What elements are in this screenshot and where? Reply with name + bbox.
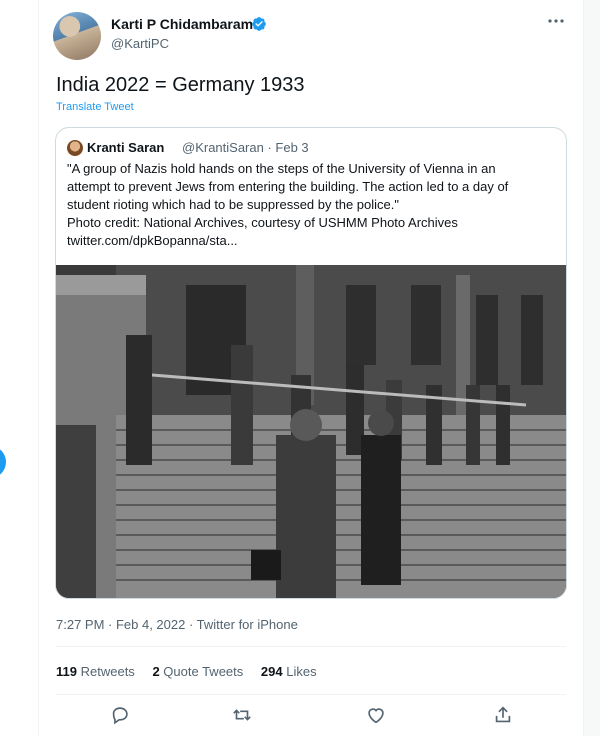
quoted-text-line: "A group of Nazis hold hands on the step… [67, 161, 496, 176]
quoted-text-line: attempt to prevent Jews from entering th… [67, 179, 509, 194]
quoted-avatar [67, 140, 83, 156]
more-options-icon[interactable] [546, 14, 566, 28]
retweet-icon[interactable] [231, 704, 253, 726]
verified-badge-icon [252, 17, 266, 31]
likes-stat[interactable]: 294 Likes [261, 664, 317, 679]
author-display-name[interactable]: Karti P Chidambaram [111, 16, 253, 32]
retweets-count: 119 [56, 664, 77, 679]
tweet-timestamp[interactable]: 7:27 PM · Feb 4, 2022 · Twitter for iPho… [56, 617, 298, 632]
tweet-text: India 2022 = Germany 1933 [56, 74, 305, 96]
quoted-text-line: Photo credit: National Archives, courtes… [67, 215, 458, 230]
divider [56, 694, 566, 695]
avatar[interactable] [53, 12, 101, 60]
quoted-display-name: Kranti Saran [87, 140, 165, 155]
quoted-text-line: student rioting which had to be suppress… [67, 197, 399, 212]
translate-tweet-link[interactable]: Translate Tweet [56, 101, 134, 113]
retweets-label: Retweets [80, 664, 135, 679]
tweet-card: Karti P Chidambaram @KartiPC India 2022 … [38, 0, 584, 736]
quoted-tweet[interactable]: Kranti Saran @KrantiSaran · Feb 3 "A gro… [55, 127, 567, 599]
retweets-stat[interactable]: 119 Retweets [56, 664, 135, 679]
quoted-handle-date: @KrantiSaran · Feb 3 [182, 140, 309, 155]
likes-label: Likes [286, 664, 317, 679]
quote-tweets-stat[interactable]: 2 Quote Tweets [152, 664, 243, 679]
background-panel [0, 0, 38, 736]
reply-icon[interactable] [109, 704, 131, 726]
likes-count: 294 [260, 664, 283, 679]
quote-tweets-count: 2 [152, 664, 160, 679]
quoted-link[interactable]: twitter.com/dpkBopanna/sta... [67, 232, 555, 250]
like-icon[interactable] [365, 704, 387, 726]
divider [56, 646, 566, 647]
quoted-photo[interactable] [56, 265, 566, 598]
share-icon[interactable] [492, 704, 514, 726]
quoted-text: "A group of Nazis hold hands on the step… [67, 160, 555, 250]
engagement-stats: 119 Retweets 2 Quote Tweets 294 Likes [56, 664, 331, 679]
author-handle[interactable]: @KartiPC [111, 36, 169, 51]
quote-tweets-label: Quote Tweets [163, 664, 244, 679]
